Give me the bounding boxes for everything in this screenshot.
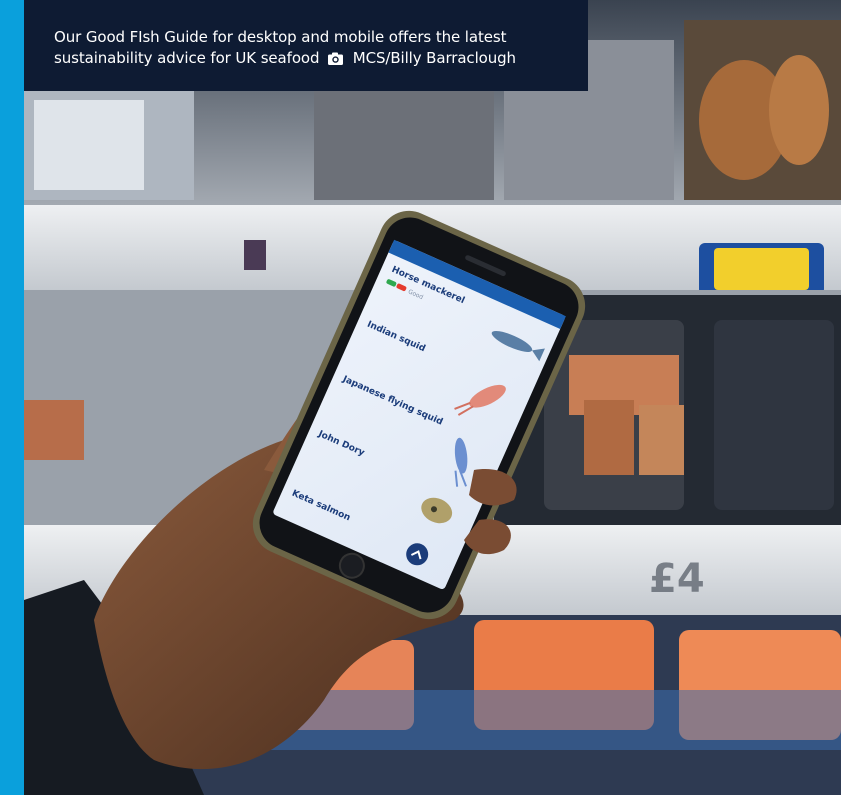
camera-icon	[328, 50, 344, 71]
svg-text:£4: £4	[649, 556, 705, 602]
supermarket-photo: £4 Horse mackerel Good Indian squid Japa…	[24, 0, 841, 795]
photo-caption: Our Good FIsh Guide for desktop and mobi…	[24, 0, 588, 91]
photo-credit: MCS/Billy Barraclough	[352, 49, 516, 67]
photo: £4 Horse mackerel Good Indian squid Japa…	[24, 0, 841, 795]
caption-line-1: Our Good FIsh Guide for desktop and mobi…	[54, 28, 507, 46]
caption-text: Our Good FIsh Guide for desktop and mobi…	[54, 27, 588, 71]
caption-line-2: sustainability advice for UK seafood	[54, 49, 320, 67]
accent-stripe	[0, 0, 24, 795]
